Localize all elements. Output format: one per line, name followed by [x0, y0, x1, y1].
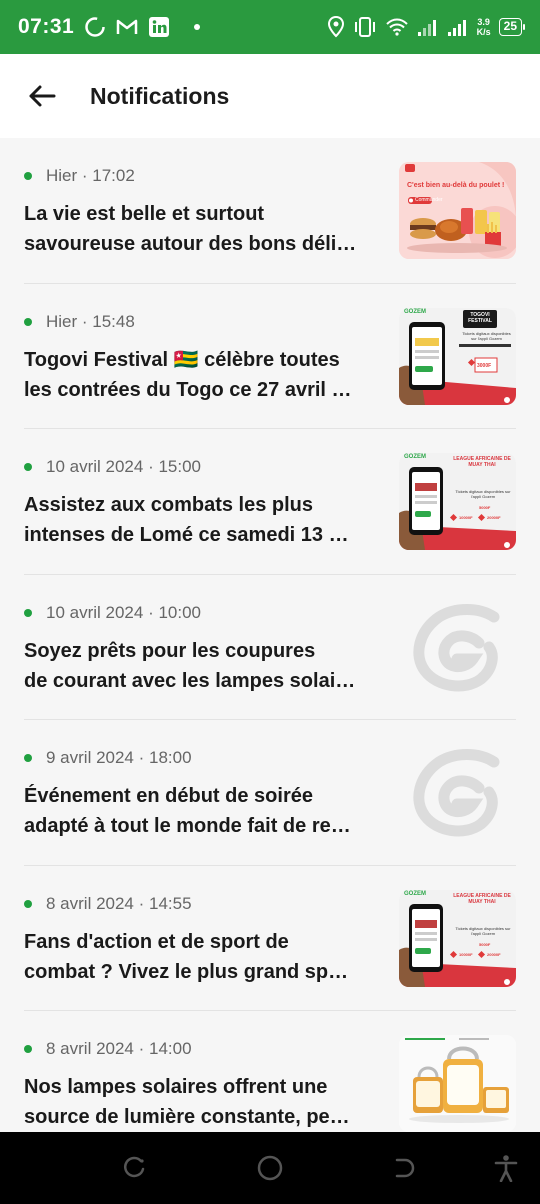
system-nav-bar	[0, 1132, 540, 1204]
thumbnail-price: 10000F	[459, 515, 473, 520]
gozem-logo-icon	[413, 749, 500, 837]
notification-thumbnail	[399, 744, 516, 841]
thumbnail-brand: GOZEM	[404, 454, 426, 460]
thumbnail-tagline: Tickets digitaux disponibles sur l'appli…	[462, 330, 511, 341]
thumbnail-banner: TOGOVI FESTIVAL	[468, 311, 492, 324]
signal-icon-2	[447, 17, 469, 37]
notification-date: Hier · 15:48	[46, 311, 135, 331]
thumbnail-tagline: Tickets digitaux disponibles sur l'appli…	[455, 925, 511, 936]
notification-title: Togovi Festival 🇹🇬 célèbre toutes les con…	[24, 348, 352, 401]
arrow-left-icon	[29, 85, 56, 107]
notification-title: Assistez aux combats les plus intenses de…	[24, 494, 349, 546]
back-nav-icon	[395, 1157, 415, 1178]
home-button[interactable]	[254, 1152, 286, 1184]
status-bar: 07:31 3.9 K/s 25	[0, 0, 540, 54]
notification-dot-icon	[194, 24, 201, 30]
notification-thumbnail: GOZEM LEAGUE AFRICAINE DE MUAY THAI Tick…	[399, 453, 516, 550]
notification-date: 8 avril 2024 · 14:55	[46, 893, 192, 913]
linkedin-icon	[148, 16, 170, 38]
notification-item[interactable]: 10 avril 2024 · 10:00 Soyez prêts pour l…	[24, 575, 516, 720]
notification-date: 10 avril 2024 · 15:00	[46, 457, 201, 476]
unread-dot-icon	[24, 1045, 32, 1053]
thumbnail-price: 3000F	[477, 362, 492, 369]
thumbnail-headline: C'est bien au-delà du poulet !	[407, 182, 505, 189]
unread-dot-icon	[24, 317, 32, 326]
gmail-icon	[116, 18, 138, 36]
page-title: Notifications	[90, 82, 230, 109]
wifi-icon	[385, 17, 409, 37]
vibrate-icon	[353, 16, 377, 38]
recents-button[interactable]	[118, 1152, 150, 1184]
notification-title: Soyez prêts pour les coupures de courant …	[24, 639, 356, 692]
notification-item[interactable]: Hier · 17:02 La vie est belle et surtout…	[24, 138, 516, 284]
notification-thumbnail	[399, 599, 516, 696]
thumbnail-brand: GOZEM	[404, 308, 426, 315]
unread-dot-icon	[24, 899, 32, 908]
thumbnail-tagline: Tickets digitaux disponibles sur l'appli…	[455, 489, 511, 499]
accessibility-button[interactable]	[490, 1152, 522, 1184]
notification-item[interactable]: 8 avril 2024 · 14:00 Nos lampes solaires…	[24, 1011, 516, 1132]
notification-title: Fans d'action et de sport de combat ? Viv…	[24, 930, 349, 983]
unread-dot-icon	[24, 754, 32, 762]
thumbnail-price: 20000F	[487, 515, 501, 520]
notification-item[interactable]: 10 avril 2024 · 15:00 Assistez aux comba…	[24, 429, 516, 575]
loading-icon	[84, 16, 106, 38]
notification-date: Hier · 17:02	[46, 166, 135, 185]
thumbnail-price: 5000F	[479, 505, 491, 510]
notification-date: 9 avril 2024 · 18:00	[46, 748, 192, 767]
notification-thumbnail: C'est bien au-delà du poulet ! Commander	[399, 162, 516, 259]
notification-thumbnail: GOZEM TOGOVI FESTIVAL Tickets digitaux d…	[399, 307, 516, 405]
notification-date: 10 avril 2024 · 10:00	[46, 602, 201, 622]
home-circle-icon	[257, 1155, 283, 1181]
notification-item[interactable]: Hier · 15:48 Togovi Festival 🇹🇬 célèbre …	[24, 284, 516, 429]
notification-item[interactable]: 8 avril 2024 · 14:55 Fans d'action et de…	[24, 866, 516, 1011]
thumbnail-cta: Commander	[415, 197, 443, 203]
thumbnail-price: 5000F	[479, 941, 491, 947]
app-header: Notifications	[0, 54, 540, 138]
network-speed: 3.9 K/s	[476, 17, 491, 37]
notification-date: 8 avril 2024 · 14:00	[46, 1039, 192, 1058]
notification-list[interactable]: Hier · 17:02 La vie est belle et surtout…	[0, 138, 540, 1132]
back-nav-button[interactable]	[388, 1152, 420, 1184]
notification-thumbnail: GOZEM LEAGUE AFRICAINE DE MUAY THAI Tick…	[399, 889, 516, 987]
notification-thumbnail	[399, 1035, 516, 1132]
gozem-logo-icon	[413, 603, 500, 691]
thumbnail-price: 20000F	[487, 951, 501, 957]
thumbnail-banner: LEAGUE AFRICAINE DE MUAY THAI	[453, 892, 511, 905]
status-time: 07:31	[18, 15, 75, 38]
back-button[interactable]	[26, 80, 58, 112]
unread-dot-icon	[24, 172, 32, 180]
accessibility-icon	[494, 1155, 518, 1182]
unread-dot-icon	[24, 608, 32, 617]
notification-item[interactable]: 9 avril 2024 · 18:00 Événement en début …	[24, 720, 516, 866]
signal-icon-1	[417, 17, 439, 37]
recents-icon	[123, 1156, 145, 1178]
battery-icon: 25	[498, 18, 526, 36]
thumbnail-banner: LEAGUE AFRICAINE DE MUAY THAI	[453, 456, 511, 468]
thumbnail-price: 10000F	[459, 951, 473, 957]
notification-title: Nos lampes solaires offrent une source de…	[24, 1076, 350, 1128]
notification-title: La vie est belle et surtout savoureuse au…	[24, 203, 357, 255]
thumbnail-brand: GOZEM	[404, 890, 426, 897]
notification-title: Événement en début de soirée adapté à tou…	[24, 785, 351, 837]
unread-dot-icon	[24, 463, 32, 471]
location-icon	[327, 16, 345, 38]
